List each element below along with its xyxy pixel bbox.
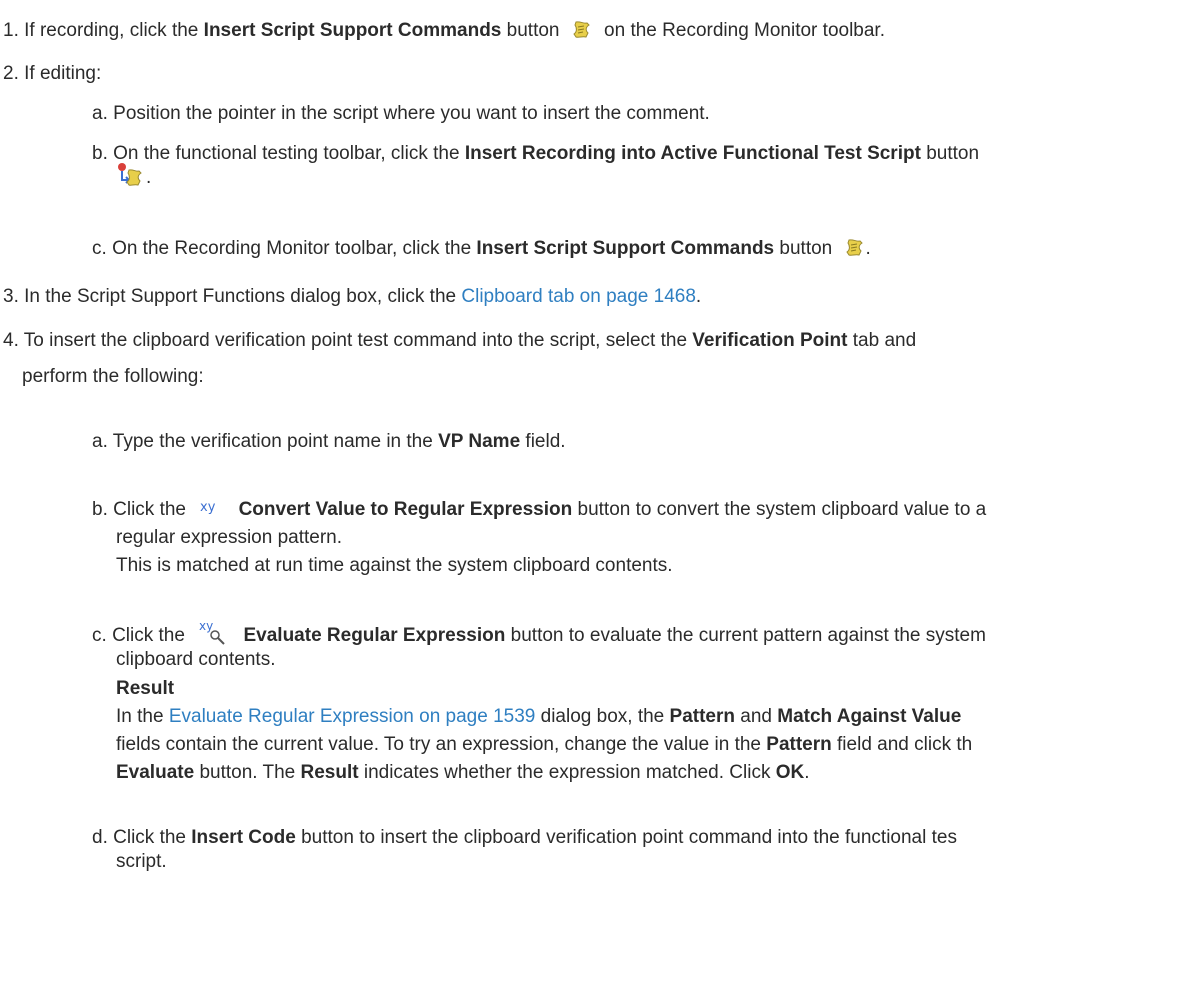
step-4b-line2: regular expression pattern. bbox=[116, 527, 343, 548]
ui-term: Insert Recording into Active Functional … bbox=[464, 143, 921, 164]
step-4: 4. To insert the clipboard verification … bbox=[3, 330, 917, 351]
step-2b: b. On the functional testing toolbar, cl… bbox=[92, 143, 980, 164]
step-4d-line2: script. bbox=[116, 851, 167, 872]
convert-regex-icon: xy bbox=[199, 500, 225, 527]
step-4d: d. Click the Insert Code button to inser… bbox=[92, 827, 957, 848]
ui-term: Verification Point bbox=[692, 330, 848, 351]
ui-term: Insert Code bbox=[191, 827, 296, 848]
step-2a: a. Position the pointer in the script wh… bbox=[92, 103, 710, 124]
step-number: 1. bbox=[3, 20, 19, 41]
step-4-line2: perform the following: bbox=[22, 366, 204, 387]
step-number: 3. bbox=[3, 286, 19, 307]
result-heading: Result bbox=[116, 678, 175, 699]
insert-recording-icon bbox=[116, 162, 146, 195]
step-number: 2. bbox=[3, 63, 19, 84]
result-line-2: fields contain the current value. To try… bbox=[116, 734, 973, 755]
step-4c-line2: clipboard contents. bbox=[116, 649, 276, 670]
step-4a: a. Type the verification point name in t… bbox=[92, 431, 566, 452]
evaluate-regex-icon-text: xy bbox=[199, 620, 213, 633]
step-3: 3. In the Script Support Functions dialo… bbox=[3, 286, 702, 307]
ui-term: Evaluate Regular Expression bbox=[243, 625, 506, 646]
step-number: 4. bbox=[3, 330, 19, 351]
result-line-1: In the Evaluate Regular Expression on pa… bbox=[116, 706, 962, 727]
evaluate-regex-link[interactable]: Evaluate Regular Expression on page 1539 bbox=[169, 706, 536, 727]
step-4b-line3: This is matched at run time against the … bbox=[116, 555, 673, 576]
step-2b-icon-line: . bbox=[116, 162, 151, 195]
script-support-icon bbox=[571, 19, 593, 48]
step-2c: c. On the Recording Monitor toolbar, cli… bbox=[92, 237, 871, 266]
result-line-3: Evaluate button. The Result indicates wh… bbox=[116, 762, 810, 783]
step-4b: b. Click the xy Convert Value to Regular… bbox=[92, 498, 986, 527]
ui-term: VP Name bbox=[438, 431, 521, 452]
step-2: 2. If editing: bbox=[3, 63, 102, 84]
ui-term: Insert Script Support Commands bbox=[476, 238, 775, 259]
step-1: 1. If recording, click the Insert Script… bbox=[3, 19, 885, 48]
convert-regex-icon-text: xy bbox=[200, 500, 216, 515]
script-support-icon bbox=[844, 237, 866, 266]
ui-term: Convert Value to Regular Expression bbox=[238, 499, 573, 520]
ui-term: Insert Script Support Commands bbox=[203, 20, 502, 41]
clipboard-tab-link[interactable]: Clipboard tab on page 1468 bbox=[461, 286, 696, 307]
